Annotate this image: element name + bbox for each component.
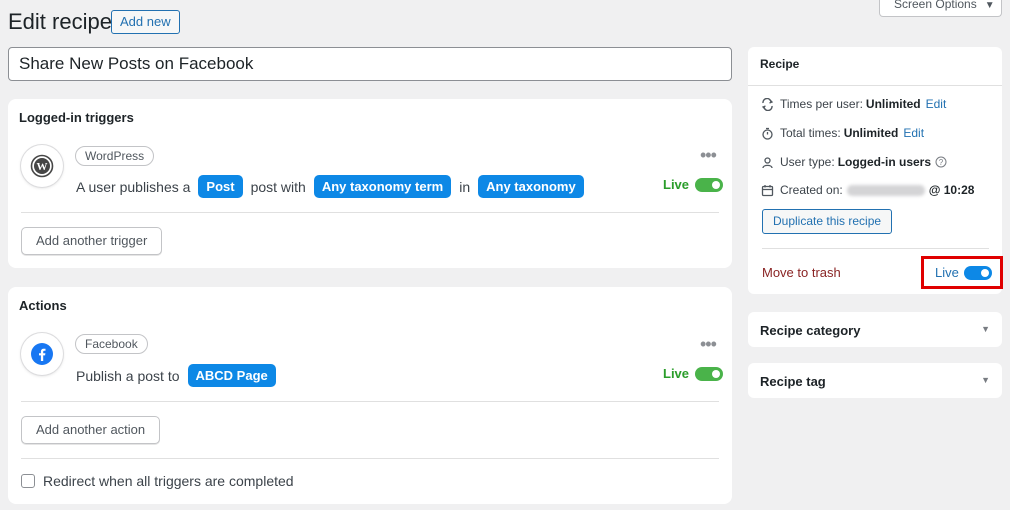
trigger-status-label: Live xyxy=(663,177,690,192)
add-another-action-button[interactable]: Add another action xyxy=(21,416,161,444)
redirect-checkbox[interactable] xyxy=(21,474,35,488)
created-on-row: Created on: @ 10:28 xyxy=(761,183,974,197)
total-times-value: Unlimited xyxy=(843,126,899,140)
action-divider-2 xyxy=(21,458,719,459)
triggers-heading: Logged-in triggers xyxy=(19,110,134,125)
created-on-time: @ 10:28 xyxy=(928,183,975,197)
trigger-live-toggle[interactable] xyxy=(695,177,724,192)
trigger-text-2: post with xyxy=(250,178,306,195)
move-to-trash-link[interactable]: Move to trash xyxy=(762,265,841,280)
svg-text:W: W xyxy=(37,161,48,173)
screen-options-label: Screen Options xyxy=(894,0,977,11)
screen-options-button[interactable]: Screen Options ▼ xyxy=(879,0,1002,17)
trigger-text-3: in xyxy=(459,178,471,195)
wordpress-icon: W xyxy=(21,145,63,187)
sidebar-divider xyxy=(748,85,1002,86)
caret-down-icon: ▼ xyxy=(984,0,995,11)
help-icon[interactable]: ? xyxy=(935,156,947,168)
user-icon xyxy=(762,156,773,168)
stopwatch-icon xyxy=(762,127,773,140)
trigger-token-taxonomy-term[interactable]: Any taxonomy term xyxy=(313,175,452,198)
created-on-date-redacted xyxy=(846,184,925,196)
integration-tag-wordpress: WordPress xyxy=(75,146,155,166)
add-new-button[interactable]: Add new xyxy=(111,10,180,34)
toggle-knob xyxy=(980,268,989,277)
recipe-live-toggle[interactable] xyxy=(963,265,992,280)
recipe-category-label: Recipe category xyxy=(760,323,861,338)
caret-down-icon: ▼ xyxy=(981,324,990,334)
more-options-icon[interactable]: ••• xyxy=(700,146,717,164)
times-per-user-value: Unlimited xyxy=(865,97,921,111)
trigger-divider xyxy=(21,212,719,213)
trigger-token-post[interactable]: Post xyxy=(198,175,243,198)
trigger-token-taxonomy[interactable]: Any taxonomy xyxy=(478,175,584,198)
trigger-text-1: A user publishes a xyxy=(76,178,191,195)
times-per-user-edit-link[interactable]: Edit xyxy=(926,97,947,111)
integration-tag-facebook: Facebook xyxy=(75,334,148,354)
toggle-knob xyxy=(712,369,721,378)
recipe-tag-label: Recipe tag xyxy=(760,374,826,389)
times-per-user-label: Times per user: xyxy=(780,97,863,111)
user-type-label: User type: xyxy=(780,155,835,169)
repeat-icon xyxy=(761,97,774,111)
redirect-option[interactable]: Redirect when all triggers are completed xyxy=(21,473,294,489)
actions-panel xyxy=(8,287,732,504)
recipe-sidebar-heading: Recipe xyxy=(760,57,800,71)
page-title: Edit recipe xyxy=(8,9,112,34)
action-token-page[interactable]: ABCD Page xyxy=(187,364,276,387)
action-divider xyxy=(21,401,719,402)
calendar-icon xyxy=(761,184,774,196)
svg-text:?: ? xyxy=(939,158,944,167)
redirect-label: Redirect when all triggers are completed xyxy=(43,473,294,489)
action-text-1: Publish a post to xyxy=(76,367,180,384)
facebook-icon xyxy=(21,333,63,375)
toggle-knob xyxy=(712,180,721,189)
duplicate-recipe-button[interactable]: Duplicate this recipe xyxy=(762,209,893,234)
sidebar-divider-2 xyxy=(762,248,989,249)
action-status: Live xyxy=(663,366,724,381)
total-times-edit-link[interactable]: Edit xyxy=(903,126,924,140)
times-per-user-row: Times per user: Unlimited Edit xyxy=(761,97,946,111)
recipe-status: Live xyxy=(935,265,992,280)
recipe-title-input[interactable]: Share New Posts on Facebook xyxy=(8,47,732,81)
trigger-sentence: A user publishes a Post post with Any ta… xyxy=(76,175,592,198)
caret-down-icon: ▼ xyxy=(981,375,990,385)
recipe-status-label: Live xyxy=(935,265,959,280)
created-on-label: Created on: xyxy=(780,183,843,197)
recipe-category-panel[interactable]: Recipe category ▼ xyxy=(748,312,1002,347)
action-sentence: Publish a post to ABCD Page xyxy=(76,364,284,387)
total-times-label: Total times: xyxy=(780,126,841,140)
action-live-toggle[interactable] xyxy=(695,366,724,381)
add-another-trigger-button[interactable]: Add another trigger xyxy=(21,227,163,255)
user-type-row: User type: Logged-in users ? xyxy=(761,155,953,169)
action-status-label: Live xyxy=(663,366,690,381)
more-options-icon[interactable]: ••• xyxy=(700,335,717,353)
actions-heading: Actions xyxy=(19,298,67,313)
trigger-status: Live xyxy=(663,177,724,192)
total-times-row: Total times: Unlimited Edit xyxy=(761,126,924,140)
user-type-value: Logged-in users xyxy=(837,155,932,169)
recipe-tag-panel[interactable]: Recipe tag ▼ xyxy=(748,363,1002,398)
